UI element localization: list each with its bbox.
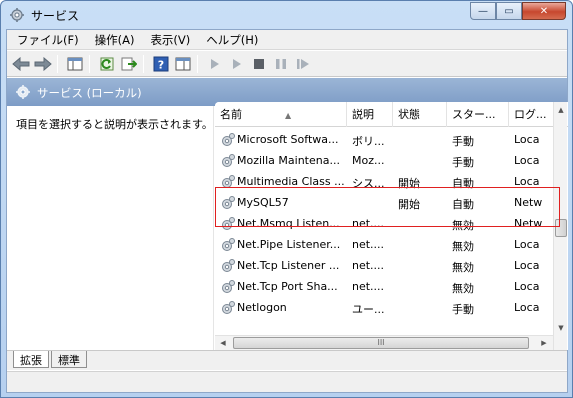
menu-view[interactable]: 表示(V) [150,32,190,48]
service-gear-icon [222,280,235,293]
column-label: スター... [452,108,496,121]
column-header-name[interactable]: 名前 ▲ [215,102,347,127]
table-row[interactable]: Microsoft Softwa... ボリ... 手動 Loca [215,130,555,151]
cell-startup: 手動 [452,303,474,316]
table-row[interactable]: Net.Pipe Listener... net.... 無効 Loca [215,235,555,256]
cell-startup: 手動 [452,156,474,169]
cell-logon: Loca [514,280,540,293]
cell-logon: Loca [514,133,540,146]
description-pane: 項目を選択すると説明が表示されます。 [7,106,214,350]
service-gear-icon [222,238,235,251]
cell-logon: Loca [514,238,540,251]
export-icon[interactable] [119,54,139,74]
pause-icon[interactable] [271,54,291,74]
cell-name: Microsoft Softwa... [237,133,339,146]
cell-startup: 無効 [452,282,474,295]
cell-name: Net.Pipe Listener... [237,238,341,251]
svg-text:?: ? [158,59,164,72]
properties-icon[interactable] [173,54,193,74]
cell-desc: net.... [352,238,385,251]
cell-desc: ユー... [352,303,385,316]
cell-startup: 手動 [452,135,474,148]
forward-icon[interactable] [33,54,53,74]
menu-help[interactable]: ヘルプ(H) [206,32,258,48]
table-row[interactable]: Netlogon ユー... 手動 Loca [215,298,555,319]
service-gear-icon [222,259,235,272]
cell-name: Net.Tcp Listener ... [237,259,340,272]
close-button[interactable]: ✕ [522,2,566,20]
cell-startup: 無効 [452,240,474,253]
menu-action[interactable]: 操作(A) [95,32,135,48]
pane-title: サービス (ローカル) [37,86,142,100]
list-header: 名前 ▲ 説明 状態 スター... ログ... [215,102,568,127]
service-gear-icon [222,133,235,146]
toolbar-separator [57,55,58,73]
column-label: 状態 [398,108,420,121]
gear-icon [10,8,24,22]
cell-desc: net.... [352,259,385,272]
horizontal-scrollbar[interactable]: ◀ III ▶ [215,335,553,350]
services-window: サービス — ▭ ✕ ファイル(F) 操作(A) 表示(V) ヘルプ(H) ? … [0,0,573,398]
service-gear-icon [222,154,235,167]
cell-logon: Loca [514,301,540,314]
menu-file[interactable]: ファイル(F) [17,32,79,48]
cell-logon: Loca [514,154,540,167]
column-label: ログ... [514,108,547,121]
title-bar[interactable]: サービス — ▭ ✕ [1,1,572,29]
status-bar [7,371,567,392]
caption-buttons: — ▭ ✕ [470,2,566,20]
cell-desc: ボリ... [352,135,385,148]
toolbar: ? [7,51,567,77]
stop-icon[interactable] [249,54,269,74]
scroll-up-icon[interactable]: ▲ [554,102,568,118]
column-label: 名前 [220,108,242,121]
cell-desc: net.... [352,280,385,293]
start-icon[interactable] [205,54,225,74]
cell-logon: Loca [514,259,540,272]
toolbar-separator [197,55,198,73]
scroll-down-icon[interactable]: ▼ [554,320,568,336]
restart-icon[interactable] [293,54,313,74]
cell-name: Netlogon [237,301,287,314]
maximize-button[interactable]: ▭ [496,2,522,20]
window-title: サービス [31,9,80,23]
start-alt-icon[interactable] [227,54,247,74]
minimize-button[interactable]: — [470,2,496,20]
table-row[interactable]: Net.Tcp Listener ... net.... 無効 Loca [215,256,555,277]
back-icon[interactable] [11,54,31,74]
toolbar-separator [89,55,90,73]
scroll-right-icon[interactable]: ▶ [536,336,552,350]
scroll-left-icon[interactable]: ◀ [215,336,231,350]
highlight-box [215,187,560,227]
column-label: 説明 [352,108,374,121]
tab-extended[interactable]: 拡張 [13,351,49,368]
toolbar-separator [143,55,144,73]
tab-standard[interactable]: 標準 [51,351,87,368]
description-text: 項目を選択すると説明が表示されます。 [16,118,213,131]
cell-startup: 無効 [452,261,474,274]
cell-desc: Moz... [352,154,385,167]
console-tree-icon[interactable] [65,54,85,74]
column-header-startup[interactable]: スター... [447,102,509,127]
refresh-icon[interactable] [97,54,117,74]
view-tabs: 拡張 標準 [7,350,567,370]
help-icon[interactable]: ? [151,54,171,74]
service-gear-icon [222,301,235,314]
menu-bar: ファイル(F) 操作(A) 表示(V) ヘルプ(H) [7,30,567,50]
column-header-logon[interactable]: ログ... [509,102,559,127]
scroll-thumb-horizontal[interactable]: III [233,337,529,349]
sort-ascending-icon: ▲ [285,111,292,120]
column-header-description[interactable]: 説明 [347,102,393,127]
table-row[interactable]: Mozilla Maintena... Moz... 手動 Loca [215,151,555,172]
column-header-status[interactable]: 状態 [393,102,447,127]
cell-name: Net.Tcp Port Sha... [237,280,338,293]
cell-name: Mozilla Maintena... [237,154,340,167]
gear-icon [16,85,30,99]
table-row[interactable]: Net.Tcp Port Sha... net.... 無効 Loca [215,277,555,298]
